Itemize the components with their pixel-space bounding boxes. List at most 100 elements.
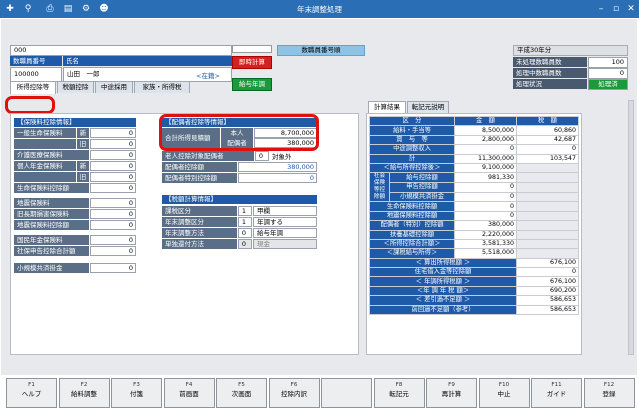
- maximize-icon[interactable]: ▫: [609, 3, 623, 15]
- table-row: 賞 与 等 2,800,000 42,687: [369, 134, 579, 146]
- code-field[interactable]: 000: [10, 45, 232, 56]
- insurance-value[interactable]: 0: [90, 128, 136, 138]
- spouse-deduction-label: 配偶者控除額: [162, 162, 237, 172]
- table-row: 給料・手当等 8,500,000 60,860: [369, 125, 579, 136]
- insurance-value[interactable]: 0: [90, 198, 136, 208]
- insurance-mark: 旧: [77, 139, 89, 149]
- fkey-button[interactable]: F12 登録: [583, 378, 635, 408]
- search-icon[interactable]: ⚲: [22, 3, 34, 15]
- tax-code[interactable]: 0: [238, 228, 252, 238]
- insurance-value[interactable]: 0: [90, 235, 136, 245]
- insurance-row: 地震保険料控除額 0: [14, 220, 136, 230]
- insurance-mark: 旧: [77, 172, 89, 182]
- table-row: 社会保険等控除額 給与控除額 981,330: [369, 172, 579, 203]
- table-row: 申告控除額 0: [370, 182, 579, 193]
- user-icon[interactable]: ☻: [98, 3, 110, 15]
- immediate-calc-button[interactable]: 即時計算: [232, 56, 272, 69]
- fkey-button[interactable]: F11 ガイド: [531, 378, 582, 408]
- table-row: 前回過不足額（参考） 586,653: [369, 304, 579, 316]
- close-icon[interactable]: ✕: [624, 3, 638, 15]
- insurance-value[interactable]: 0: [90, 139, 136, 149]
- fkey-button[interactable]: F2 給料調整: [58, 378, 110, 408]
- result-table: 区 分 金 額 税 額 給料・手当等 8,500,000 60,860 賞 与 等2…: [369, 115, 579, 316]
- tax-row: 年末調整方法 0 給与年調: [162, 228, 317, 238]
- tax-code[interactable]: 1: [238, 217, 252, 227]
- row-label: 給与控除額: [389, 172, 455, 183]
- table-row: 中途調整収入 0 0: [369, 144, 579, 155]
- highlight-spouse: [159, 114, 319, 151]
- fkey-button[interactable]: [321, 378, 372, 408]
- row-tax: [516, 210, 579, 222]
- fkey-code: F11: [551, 382, 562, 388]
- insurance-label: 介護医療保険料: [14, 150, 89, 160]
- table-row: 配偶者（特別）控除額 380,000: [369, 220, 579, 231]
- fkey-button[interactable]: F3 付箋: [111, 378, 162, 408]
- fkey-label: 付箋: [130, 390, 143, 398]
- insurance-value[interactable]: 0: [90, 150, 136, 160]
- tax-code[interactable]: 0: [238, 239, 252, 249]
- spouse-special-value: 0: [238, 173, 317, 183]
- insurance-value[interactable]: 0: [90, 172, 136, 182]
- tab-mid-hire[interactable]: 中途採用: [95, 81, 133, 93]
- insurance-mark: 新: [77, 128, 89, 138]
- fiscal-year: 平成30年分: [513, 45, 628, 56]
- employee-status: <在籍>: [196, 72, 220, 80]
- row-label: 賞 与 等: [369, 134, 455, 146]
- insurance-mark: 新: [77, 161, 89, 171]
- row-amount: 8,500,000: [454, 125, 517, 136]
- new-user-icon[interactable]: ✚: [4, 3, 16, 15]
- elderly-spouse-code[interactable]: 0: [255, 151, 269, 161]
- info-label-2: 処理中数職員数: [513, 68, 587, 78]
- fkey-code: F2: [80, 382, 88, 388]
- row-tax: 676,100: [516, 276, 579, 287]
- settings-icon[interactable]: ⚙: [80, 3, 92, 15]
- fkey-button[interactable]: F10 中止: [478, 378, 530, 408]
- tax-text: 現金: [253, 239, 317, 249]
- row-tax: [516, 220, 579, 231]
- fkey-button[interactable]: F4 前画面: [163, 378, 215, 408]
- table-row: ＜給与所得控除後＞ 9,100,000: [369, 162, 579, 174]
- row-tax: [516, 238, 579, 250]
- tab-source-note[interactable]: 転記元説明: [407, 101, 449, 113]
- row-tax: 0: [516, 267, 579, 278]
- insurance-value[interactable]: 0: [90, 161, 136, 171]
- minimize-icon[interactable]: –: [594, 3, 608, 15]
- fkey-button[interactable]: F9 再計算: [426, 378, 477, 408]
- tax-code[interactable]: 1: [238, 206, 252, 216]
- insurance-value[interactable]: 0: [90, 183, 136, 193]
- insurance-value[interactable]: 0: [90, 263, 136, 273]
- window-title: 年末調整処理: [297, 5, 342, 14]
- insurance-value[interactable]: 0: [90, 220, 136, 230]
- tab-income-deduction[interactable]: 所得控除等: [10, 81, 56, 94]
- fkey-code: F5: [238, 382, 245, 388]
- tab-family[interactable]: 家族・所得税: [134, 81, 190, 93]
- print-preview-icon[interactable]: ▤: [62, 3, 74, 15]
- fkey-label: 給料調整: [71, 390, 97, 398]
- row-label: 配偶者（特別）控除額: [369, 220, 455, 231]
- tax-row: 課税区分 1 甲欄: [162, 206, 317, 216]
- employee-number-field[interactable]: 100000: [10, 67, 62, 82]
- scrollbar[interactable]: [628, 100, 634, 355]
- insurance-value[interactable]: 0: [90, 209, 136, 219]
- table-row: ＜ 差引過不足額 ＞ 586,653: [369, 295, 579, 306]
- salary-adjust-button[interactable]: 給与年調: [232, 78, 272, 91]
- blank-field[interactable]: [232, 45, 272, 53]
- row-tax: [516, 172, 579, 183]
- fkey-button[interactable]: F1 ヘルプ: [6, 378, 57, 408]
- row-amount: 981,330: [454, 172, 517, 183]
- sort-order-field[interactable]: 数職員番号順: [277, 45, 365, 56]
- fkey-button[interactable]: F8 転記元: [373, 378, 425, 408]
- col-tax: 税 額: [516, 115, 579, 127]
- insurance-label: [14, 172, 76, 182]
- row-tax: [516, 248, 579, 259]
- fkey-button[interactable]: F5 次画面: [216, 378, 267, 408]
- fkey-code: F12: [603, 382, 615, 388]
- row-amount: 3,581,330: [454, 238, 517, 250]
- tab-tax-deduction[interactable]: 税額控除: [57, 81, 94, 93]
- insurance-value[interactable]: 0: [90, 246, 136, 256]
- insurance-row: 小規模共済掛金 0: [14, 263, 136, 273]
- print-icon[interactable]: ⎙: [44, 3, 56, 15]
- fkey-button[interactable]: F6 控除内訳: [268, 378, 320, 408]
- employee-name-label: 氏名: [63, 56, 232, 66]
- row-tax: 586,653: [516, 295, 579, 306]
